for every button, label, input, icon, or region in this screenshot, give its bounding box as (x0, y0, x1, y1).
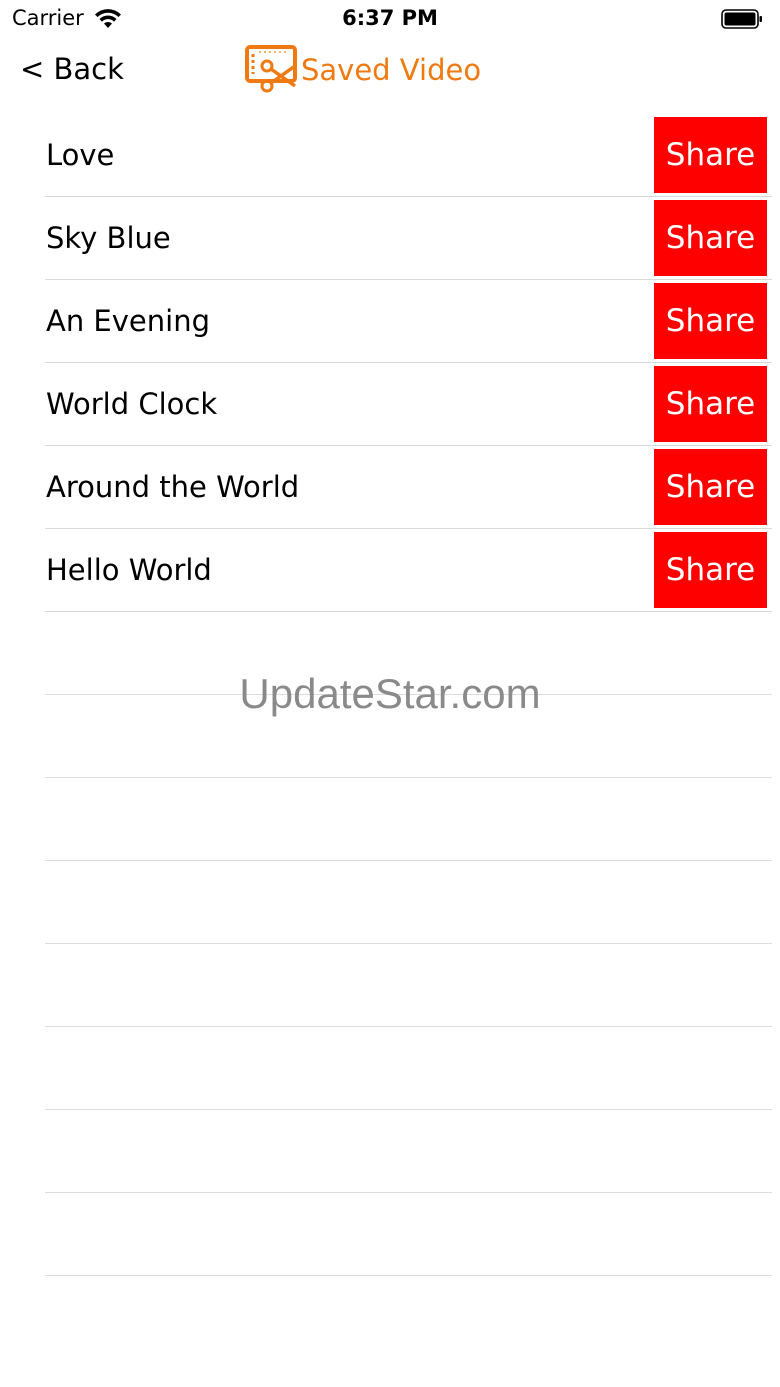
video-title: Love (46, 138, 115, 172)
nav-title: Saved Video (245, 44, 481, 96)
watermark: UpdateStar.com (239, 670, 541, 717)
nav-bar: < Back Saved Video (0, 40, 780, 110)
list-item[interactable]: Sky Blue Share (0, 197, 780, 280)
battery-icon (721, 9, 762, 29)
share-button[interactable]: Share (654, 200, 767, 276)
video-edit-logo-icon (245, 45, 297, 93)
video-title: Sky Blue (46, 221, 171, 255)
video-title: An Evening (46, 304, 210, 338)
empty-row (0, 1027, 780, 1110)
video-title: Hello World (46, 553, 212, 587)
list-item[interactable]: Hello World Share (0, 529, 780, 612)
share-button[interactable]: Share (654, 283, 767, 359)
list-item[interactable]: Love Share (0, 114, 780, 197)
empty-row (0, 861, 780, 944)
page-title: Saved Video (301, 53, 482, 87)
share-button[interactable]: Share (654, 449, 767, 525)
video-title: World Clock (46, 387, 218, 421)
share-button[interactable]: Share (654, 366, 767, 442)
empty-row (0, 944, 780, 1027)
share-button[interactable]: Share (654, 117, 767, 193)
status-time: 6:37 PM (342, 6, 438, 30)
status-bar: Carrier 6:37 PM (0, 0, 780, 40)
share-button[interactable]: Share (654, 532, 767, 608)
list-item[interactable]: World Clock Share (0, 363, 780, 446)
empty-row (0, 778, 780, 861)
empty-row (0, 1110, 780, 1193)
video-title: Around the World (46, 470, 300, 504)
back-button[interactable]: < Back (20, 52, 124, 86)
list-item[interactable]: An Evening Share (0, 280, 780, 363)
list-item[interactable]: Around the World Share (0, 446, 780, 529)
empty-row (0, 1193, 780, 1276)
